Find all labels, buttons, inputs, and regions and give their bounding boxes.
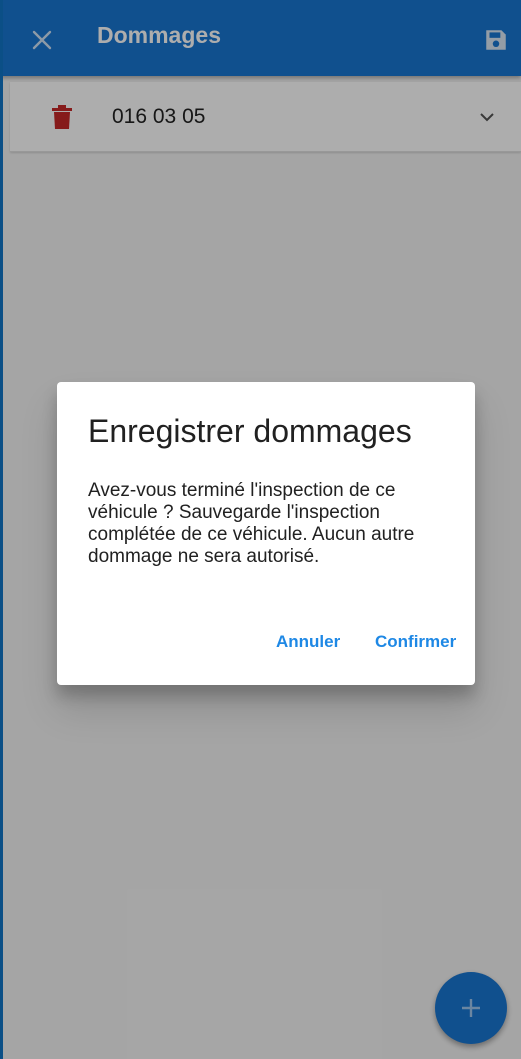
window-edge [0, 0, 3, 1059]
confirm-button[interactable]: Confirmer [375, 632, 456, 652]
save-damages-dialog: Enregistrer dommages Avez-vous terminé l… [57, 382, 475, 685]
app-screen: Dommages 016 03 05 Enregistrer dommages … [0, 0, 521, 1059]
cancel-button[interactable]: Annuler [276, 632, 340, 652]
dialog-message: Avez-vous terminé l'inspection de ce véh… [88, 480, 415, 567]
dialog-title: Enregistrer dommages [88, 413, 412, 449]
